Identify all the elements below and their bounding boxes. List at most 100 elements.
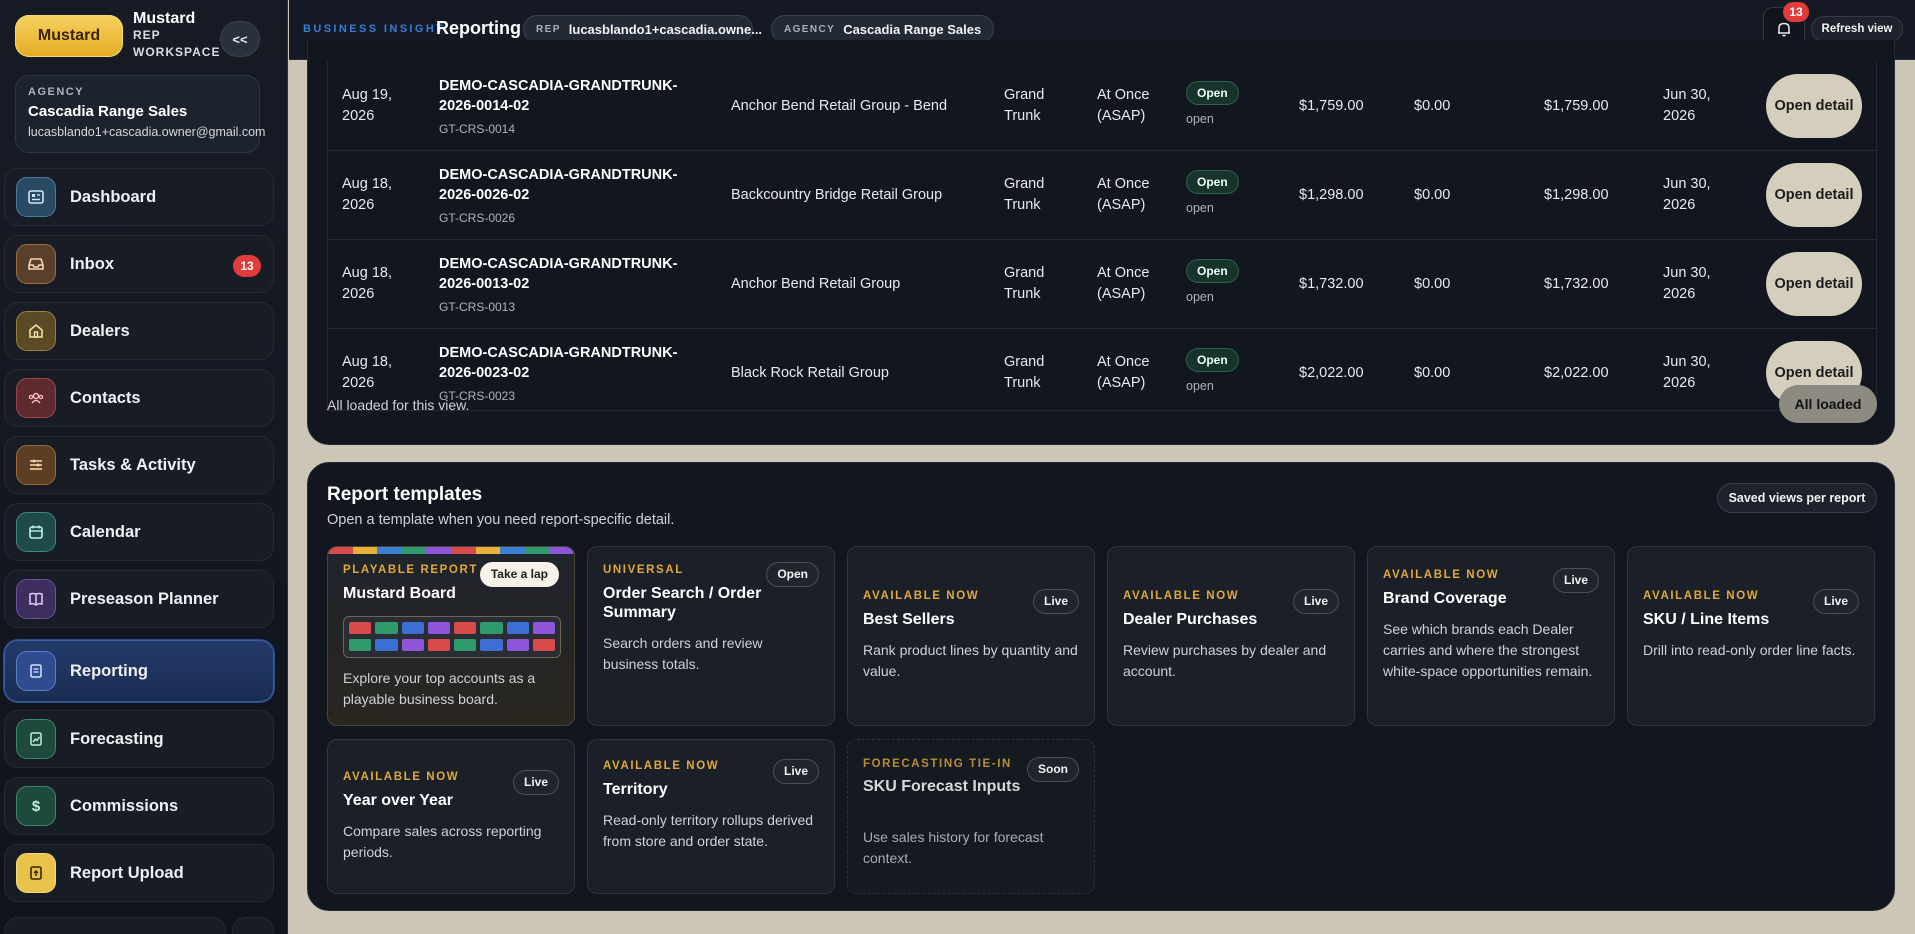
dashboard-icon	[16, 177, 56, 217]
template-card-mustard-board[interactable]: PLAYABLE REPORT Mustard Board Take a lap…	[327, 546, 575, 726]
section-subtitle: Open a template when you need report-spe…	[327, 512, 675, 528]
board-tile	[375, 639, 398, 651]
order-due: Jun 30, 2026	[1663, 354, 1711, 391]
sidebar-item-preseason-planner[interactable]: Preseason Planner	[4, 570, 274, 628]
order-balance: $2,022.00	[1544, 365, 1609, 381]
stripe-segment	[524, 547, 550, 554]
order-total: $2,022.00	[1299, 365, 1364, 381]
sidebar-item-forecasting[interactable]: Forecasting	[4, 710, 274, 768]
card-description: See which brands each Dealer carries and…	[1383, 621, 1593, 679]
board-tile	[401, 639, 424, 651]
sidebar-item-calendar[interactable]: Calendar	[4, 503, 274, 561]
order-id: DEMO-CASCADIA-GRANDTRUNK-2026-0026-02	[439, 167, 678, 203]
sidebar-item-dealers[interactable]: Dealers	[4, 302, 274, 360]
template-card-sku-forecast-inputs[interactable]: FORECASTING TIE-IN SKU Forecast Inputs S…	[847, 739, 1095, 894]
rep-key: REP	[536, 23, 561, 35]
sidebar-item-label: Report Upload	[70, 863, 184, 882]
order-id-cell: DEMO-CASCADIA-GRANDTRUNK-2026-0013-02 GT…	[439, 254, 699, 318]
agency-label: AGENCY	[28, 86, 85, 98]
order-ref: GT-CRS-0014	[439, 122, 516, 136]
card-status-chip: Live	[512, 770, 559, 795]
template-card-best-sellers[interactable]: AVAILABLE NOW Best Sellers Live Rank pro…	[847, 546, 1095, 726]
status-badge: Open	[1186, 348, 1239, 372]
board-preview	[343, 616, 561, 658]
sidebar-item-contacts[interactable]: Contacts	[4, 369, 274, 427]
template-card-year-over-year[interactable]: AVAILABLE NOW Year over Year Live Compar…	[327, 739, 575, 894]
all-loaded-button[interactable]: All loaded	[1779, 385, 1877, 423]
template-card-territory[interactable]: AVAILABLE NOW Territory Live Read-only t…	[587, 739, 835, 894]
card-eyebrow: AVAILABLE NOW	[1643, 590, 1760, 602]
sidebar-item-dashboard[interactable]: Dashboard	[4, 168, 274, 226]
brand-title-block: Mustard REP WORKSPACE	[133, 10, 220, 61]
agency-card[interactable]: AGENCY Cascadia Range Sales lucasblando1…	[15, 75, 265, 153]
order-id-cell: DEMO-CASCADIA-GRANDTRUNK-2026-0026-02 GT…	[439, 165, 699, 229]
order-balance: $1,759.00	[1544, 98, 1609, 114]
card-description: Review purchases by dealer and account.	[1123, 642, 1327, 679]
board-tile	[454, 639, 477, 651]
sidebar-item-reporting[interactable]: Reporting	[4, 640, 274, 702]
status-cell: Open open	[1186, 259, 1256, 308]
template-card-dealer-purchases[interactable]: AVAILABLE NOW Dealer Purchases Live Revi…	[1107, 546, 1355, 726]
open-detail-button[interactable]: Open detail	[1766, 163, 1862, 227]
card-status-chip: Live	[1552, 568, 1599, 593]
order-balance: $1,298.00	[1544, 187, 1609, 203]
sidebar-item-label: Inbox	[70, 254, 114, 273]
card-description: Use sales history for forecast context.	[863, 829, 1044, 866]
rainbow-stripe	[328, 547, 574, 554]
section-title: Report templates	[327, 484, 483, 505]
stripe-segment	[401, 547, 427, 554]
card-description: Drill into read-only order line facts.	[1643, 642, 1856, 658]
template-card-order-search[interactable]: UNIVERSAL Order Search / Order Summary O…	[587, 546, 835, 726]
agency-selector[interactable]: AGENCY Cascadia Range Sales	[771, 15, 995, 43]
open-detail-button[interactable]: Open detail	[1766, 74, 1862, 138]
card-eyebrow: AVAILABLE NOW	[863, 590, 980, 602]
report-templates-card: Report templates Open a template when yo…	[307, 462, 1895, 911]
board-tile	[349, 639, 372, 651]
contacts-icon	[16, 378, 56, 418]
sidebar-footer-button[interactable]	[232, 917, 274, 934]
sidebar-item-label: Reporting	[70, 661, 148, 680]
order-total: $1,732.00	[1299, 276, 1364, 292]
card-status-chip: Soon	[1027, 757, 1079, 782]
card-status-chip: Live	[1292, 589, 1339, 614]
collapse-sidebar-button[interactable]: <<	[220, 21, 260, 57]
inbox-icon	[16, 244, 56, 284]
brand-name: Grand Trunk	[1004, 87, 1045, 124]
sidebar-item-tasks[interactable]: Tasks & Activity	[4, 436, 274, 494]
dollar-icon: $	[16, 786, 56, 826]
rep-selector[interactable]: REP lucasblando1+cascadia.owne...	[523, 15, 762, 43]
orders-table[interactable]: Aug 19, 2026 DEMO-CASCADIA-GRANDTRUNK-20…	[327, 62, 1877, 411]
order-paid: $0.00	[1414, 187, 1451, 203]
board-tile	[532, 622, 555, 634]
sidebar-footer-card[interactable]	[4, 917, 226, 934]
stripe-segment	[500, 547, 525, 554]
order-ref: GT-CRS-0023	[439, 389, 516, 403]
template-card-sku-line-items[interactable]: AVAILABLE NOW SKU / Line Items Live Dril…	[1627, 546, 1875, 726]
dealer-name: Black Rock Retail Group	[731, 365, 889, 381]
agency-value: Cascadia Range Sales	[843, 21, 982, 37]
sidebar-item-report-upload[interactable]: Report Upload	[4, 844, 274, 902]
saved-views-button[interactable]: Saved views per report	[1717, 483, 1877, 513]
order-paid: $0.00	[1414, 276, 1451, 292]
card-description: Read-only territory rollups derived from…	[603, 812, 814, 849]
sidebar-item-inbox[interactable]: Inbox 13	[4, 235, 274, 293]
order-id-cell: DEMO-CASCADIA-GRANDTRUNK-2026-0023-02 GT…	[439, 343, 699, 407]
card-eyebrow: AVAILABLE NOW	[603, 760, 720, 772]
order-paid: $0.00	[1414, 98, 1451, 114]
take-a-lap-button[interactable]: Take a lap	[479, 562, 559, 587]
open-detail-button[interactable]: Open detail	[1766, 252, 1862, 316]
sidebar-item-label: Contacts	[70, 388, 141, 407]
brand-button[interactable]: Mustard	[15, 15, 123, 57]
board-tile	[375, 622, 398, 634]
stripe-segment	[352, 547, 378, 554]
card-title: Best Sellers	[863, 611, 955, 628]
card-status-chip: Live	[1032, 589, 1079, 614]
sidebar-item-commissions[interactable]: $ Commissions	[4, 777, 274, 835]
board-tile	[427, 639, 450, 651]
inbox-count-badge: 13	[233, 255, 261, 277]
stripe-segment	[328, 547, 353, 554]
order-id: DEMO-CASCADIA-GRANDTRUNK-2026-0023-02	[439, 345, 678, 381]
card-title: Territory	[603, 781, 668, 798]
template-card-brand-coverage[interactable]: AVAILABLE NOW Brand Coverage Live See wh…	[1367, 546, 1615, 726]
refresh-view-button[interactable]: Refresh view	[1811, 16, 1903, 42]
